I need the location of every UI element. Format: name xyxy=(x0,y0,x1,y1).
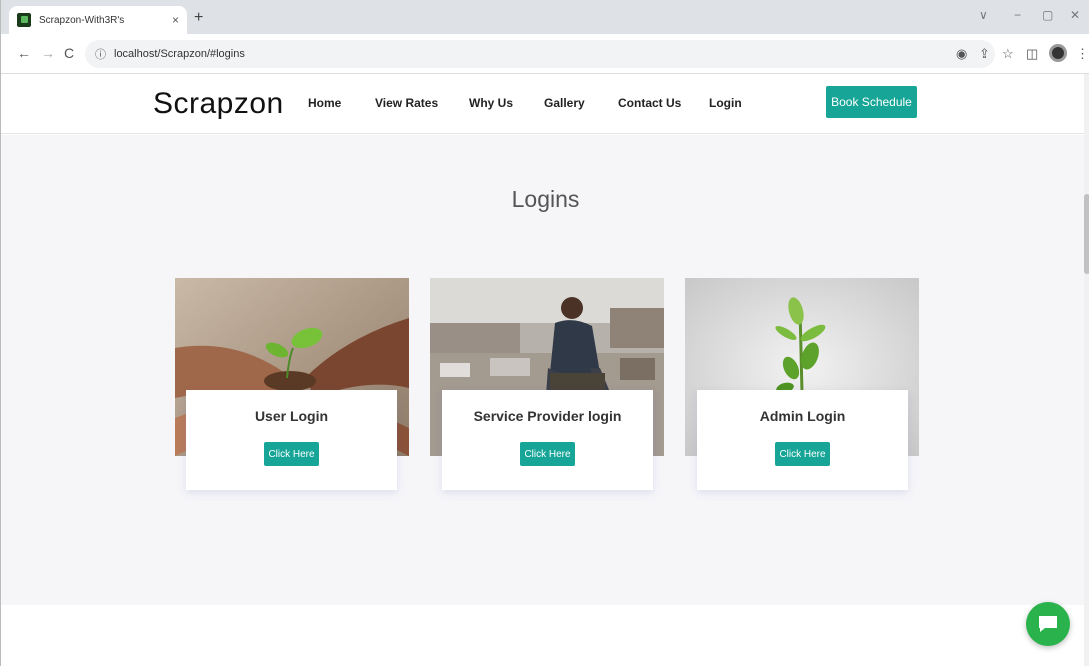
admin-login-card: Admin Login Click Here xyxy=(697,390,908,490)
site-header: Scrapzon Home View Rates Why Us Gallery … xyxy=(1,74,1089,134)
browser-window: Scrapzon-With3R's × + ∨ − ▢ ✕ ← → C ⓘ lo… xyxy=(0,0,1089,666)
card-title: User Login xyxy=(254,408,329,424)
admin-login-button[interactable]: Click Here xyxy=(775,442,830,466)
new-tab-button[interactable]: + xyxy=(194,9,203,27)
close-window-button[interactable]: ✕ xyxy=(1070,8,1080,22)
bookmark-star-icon[interactable]: ☆ xyxy=(1002,46,1014,62)
side-panel-icon[interactable]: ◫ xyxy=(1026,46,1038,62)
tab-strip: Scrapzon-With3R's × + ∨ − ▢ ✕ xyxy=(1,0,1089,34)
browser-toolbar: ← → C ⓘ localhost/Scrapzon/#logins ◉ ⇪ ☆… xyxy=(1,34,1089,74)
eye-off-icon[interactable]: ◉ xyxy=(956,46,967,62)
profile-avatar[interactable] xyxy=(1049,44,1067,62)
back-icon[interactable]: ← xyxy=(17,45,31,61)
user-login-card: User Login Click Here xyxy=(186,390,397,490)
chat-bubble-icon xyxy=(1039,616,1057,632)
section-title: Logins xyxy=(511,186,580,212)
card-title: Service Provider login xyxy=(473,408,622,424)
address-bar[interactable]: ⓘ localhost/Scrapzon/#logins xyxy=(85,40,995,68)
page-bottom xyxy=(1,605,1089,666)
book-schedule-button[interactable]: Book Schedule xyxy=(826,86,917,118)
card-title: Admin Login xyxy=(759,408,846,424)
nav-login[interactable]: Login xyxy=(709,96,742,110)
minimize-button[interactable]: − xyxy=(1014,8,1021,22)
scrollbar-thumb[interactable] xyxy=(1084,194,1089,274)
nav-gallery[interactable]: Gallery xyxy=(544,96,585,110)
forward-icon[interactable]: → xyxy=(41,45,55,61)
tab-title: Scrapzon-With3R's xyxy=(39,14,125,26)
logins-section: Logins User Login Click Here Service Pro… xyxy=(1,135,1089,605)
nav-contact-us[interactable]: Contact Us xyxy=(618,96,681,110)
favicon-icon xyxy=(17,13,31,27)
user-login-button[interactable]: Click Here xyxy=(264,442,319,466)
nav-view-rates[interactable]: View Rates xyxy=(375,96,438,110)
chat-button[interactable] xyxy=(1026,602,1070,646)
reload-icon[interactable]: C xyxy=(64,45,74,61)
tab-close-icon[interactable]: × xyxy=(172,13,179,27)
browser-menu-icon[interactable]: ⋮ xyxy=(1076,46,1089,62)
service-provider-login-button[interactable]: Click Here xyxy=(520,442,575,466)
nav-why-us[interactable]: Why Us xyxy=(469,96,513,110)
site-logo[interactable]: Scrapzon xyxy=(153,87,284,121)
maximize-button[interactable]: ▢ xyxy=(1042,8,1053,22)
share-icon[interactable]: ⇪ xyxy=(979,46,990,62)
nav-home[interactable]: Home xyxy=(308,96,341,110)
tab-search-icon[interactable]: ∨ xyxy=(979,8,988,22)
service-provider-card: Service Provider login Click Here xyxy=(442,390,653,490)
scrollbar[interactable] xyxy=(1084,74,1089,666)
url-text[interactable]: localhost/Scrapzon/#logins xyxy=(114,48,245,60)
site-info-icon[interactable]: ⓘ xyxy=(95,46,106,62)
browser-tab[interactable]: Scrapzon-With3R's × xyxy=(9,6,187,34)
